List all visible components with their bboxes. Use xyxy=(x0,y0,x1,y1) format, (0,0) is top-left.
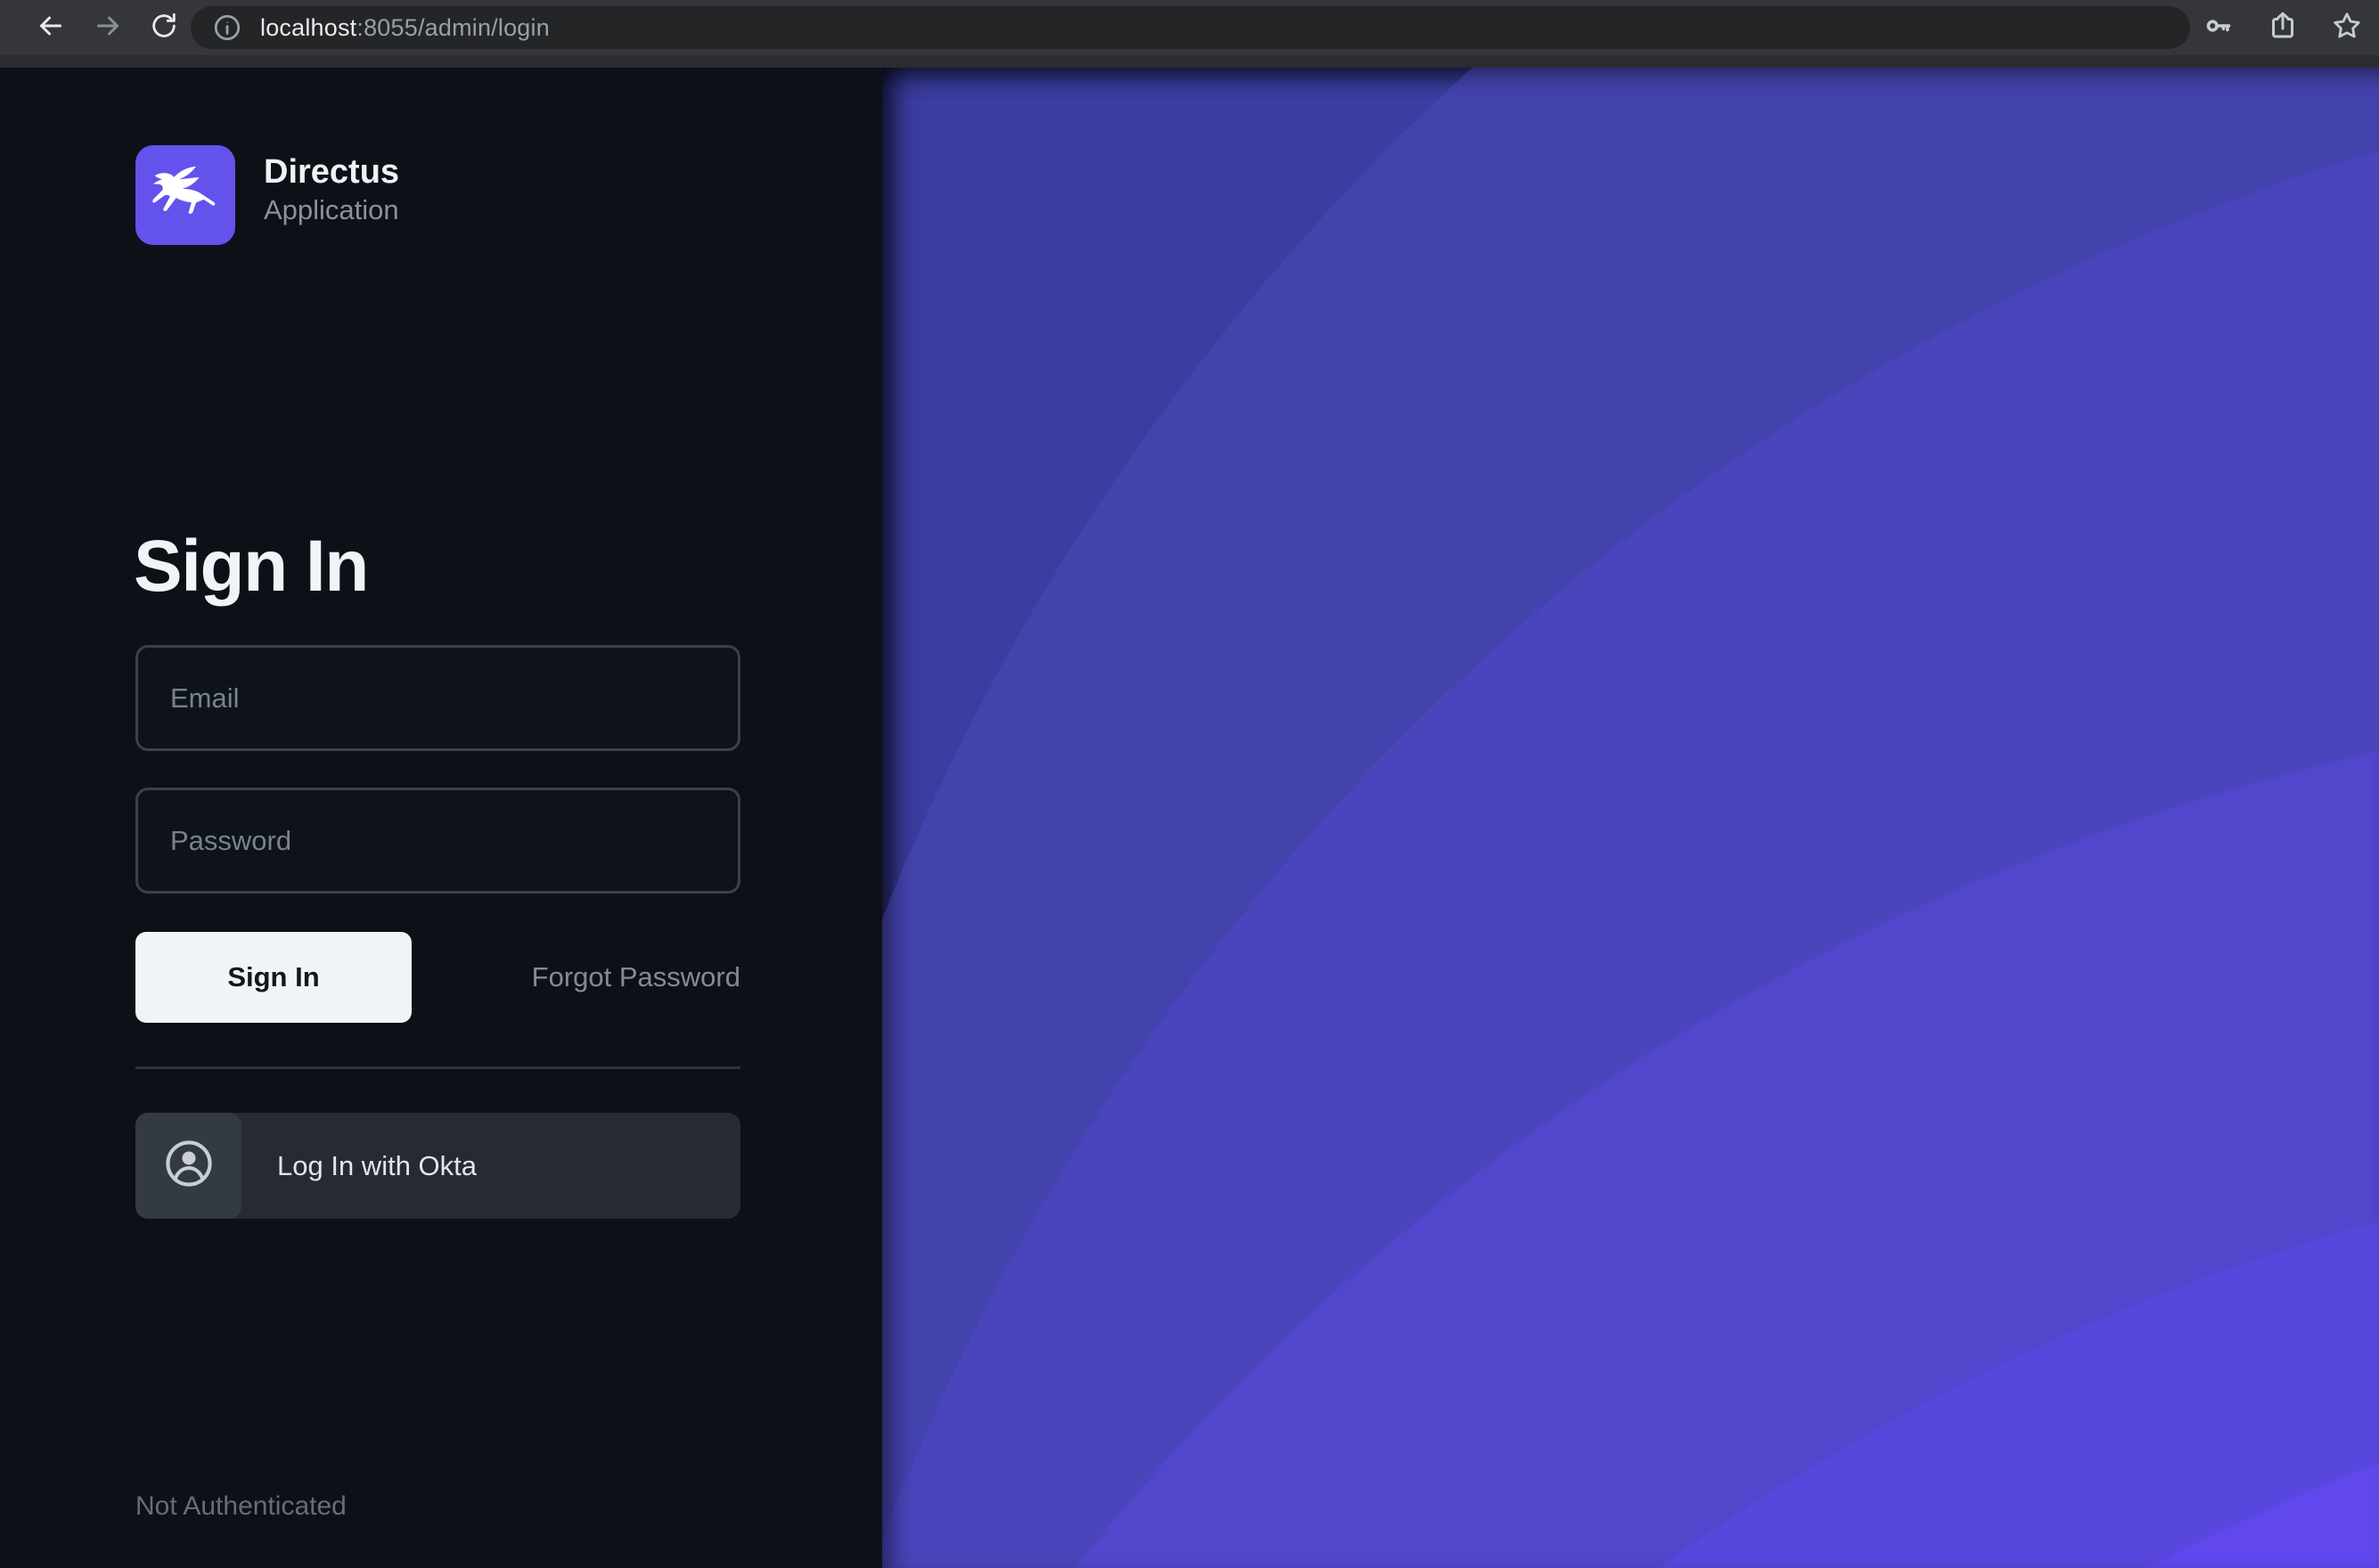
forgot-password-link[interactable]: Forgot Password xyxy=(532,961,740,993)
okta-login-button[interactable]: Log In with Okta xyxy=(135,1113,740,1219)
email-field[interactable] xyxy=(135,645,740,751)
url-text: localhost:8055/admin/login xyxy=(260,14,550,42)
toolbar-bottom-edge xyxy=(0,55,2379,68)
key-button[interactable] xyxy=(2187,10,2251,46)
back-button[interactable] xyxy=(28,0,74,55)
reload-icon xyxy=(149,11,179,45)
address-bar[interactable]: localhost:8055/admin/login xyxy=(191,6,2190,49)
brand-subtitle: Application xyxy=(264,194,399,226)
sso-label: Log In with Okta xyxy=(277,1150,477,1182)
account-circle-icon xyxy=(163,1138,215,1194)
login-panel: Directus Application Sign In Sign In For… xyxy=(0,68,882,1568)
bookmark-button[interactable] xyxy=(2315,9,2379,47)
forward-arrow-icon xyxy=(92,10,124,46)
brand-title: Directus xyxy=(264,153,399,192)
browser-toolbar: localhost:8055/admin/login xyxy=(0,0,2379,55)
share-button[interactable] xyxy=(2251,10,2315,46)
directus-logo xyxy=(135,145,235,245)
url-path: :8055/admin/login xyxy=(356,14,550,41)
share-icon xyxy=(2267,10,2299,46)
forward-button[interactable] xyxy=(85,0,131,55)
auth-status-text: Not Authenticated xyxy=(135,1491,347,1522)
page-info-icon[interactable] xyxy=(212,12,242,43)
reload-button[interactable] xyxy=(141,0,187,55)
back-arrow-icon xyxy=(35,10,67,46)
art-panel xyxy=(882,68,2379,1568)
sso-icon-tile xyxy=(135,1113,241,1219)
page-title: Sign In xyxy=(134,525,368,608)
url-host: localhost xyxy=(260,14,356,41)
directus-rabbit-icon xyxy=(147,155,224,236)
sign-in-button[interactable]: Sign In xyxy=(135,932,412,1023)
key-icon xyxy=(2203,10,2235,46)
art-shadow-overlay xyxy=(882,68,2379,1568)
divider xyxy=(135,1066,740,1069)
password-field[interactable] xyxy=(135,788,740,894)
bookmark-star-icon xyxy=(2330,9,2364,47)
